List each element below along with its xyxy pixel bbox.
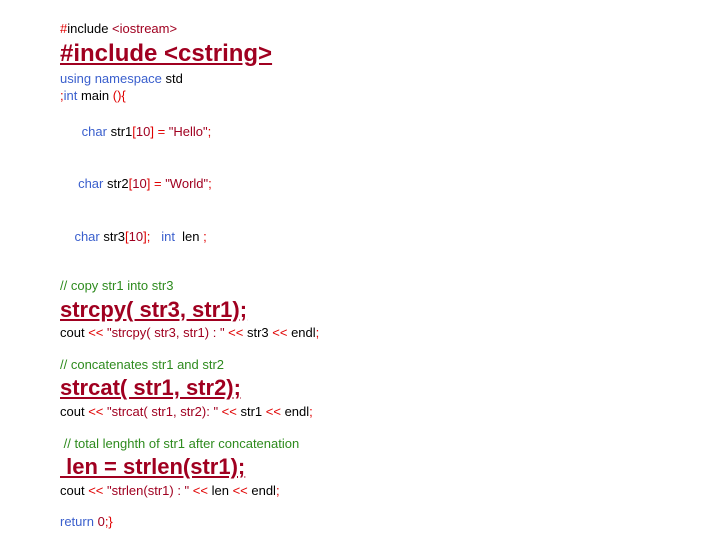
id-str2: str2 — [103, 176, 128, 191]
line-5: char str1[10] = "Hello"; — [60, 105, 660, 158]
str-hello: "Hello" — [169, 124, 208, 139]
comment-concat: // concatenates str1 and str2 — [60, 356, 660, 374]
line-strcpy: strcpy( str3, str1); — [60, 295, 660, 325]
line-4: ;int main (){ — [60, 87, 660, 105]
id-cout: cout — [60, 325, 88, 340]
id-str3: str3 — [247, 325, 272, 340]
line-cout-3: cout << "strlen(str1) : " << len << endl… — [60, 482, 660, 500]
op: << — [266, 404, 285, 419]
op: << — [88, 483, 107, 498]
id-len: len — [212, 483, 233, 498]
kw-using: using — [60, 71, 91, 86]
op: << — [233, 483, 252, 498]
kw-return: return — [60, 514, 94, 529]
brk2: ]; — [143, 229, 161, 244]
line-2-include-cstring: #include <cstring> — [60, 38, 660, 70]
op: << — [272, 325, 291, 340]
brk-eq: ] = — [150, 124, 168, 139]
hdr-iostream: <iostream> — [108, 21, 177, 36]
strlit: "strcpy( str3, str1) : " — [107, 325, 225, 340]
strlit: "strcat( str1, str2): " — [107, 404, 218, 419]
op: << — [88, 325, 107, 340]
line-strcat: strcat( str1, str2); — [60, 373, 660, 403]
semi: ; — [203, 229, 207, 244]
semi: ; — [309, 404, 313, 419]
id-endl: endl — [285, 404, 310, 419]
brace-open: (){ — [113, 88, 126, 103]
kw-include: include — [67, 21, 108, 36]
semi: ; — [208, 124, 212, 139]
line-7: char str3[10]; int len ; — [60, 210, 660, 263]
code-document: #include <iostream> #include <cstring> u… — [60, 20, 660, 531]
str-world: "World" — [165, 176, 208, 191]
kw-int: int — [161, 229, 175, 244]
line-3: using namespace std — [60, 70, 660, 88]
num-0: 0 — [94, 514, 105, 529]
semi: ; — [208, 176, 212, 191]
kw-int: int — [64, 88, 78, 103]
ns-std: std — [162, 71, 183, 86]
comment-copy: // copy str1 into str3 — [60, 277, 660, 295]
brk-eq: ] = — [147, 176, 165, 191]
semi: ; — [316, 325, 320, 340]
op: << — [189, 483, 211, 498]
op: << — [225, 325, 247, 340]
num-10: 10 — [129, 229, 143, 244]
id-str1: str1 — [107, 124, 132, 139]
line-6: char str2[10] = "World"; — [60, 158, 660, 211]
id-cout: cout — [60, 483, 88, 498]
id-endl: endl — [251, 483, 276, 498]
line-1: #include <iostream> — [60, 20, 660, 38]
num-10: 10 — [132, 176, 146, 191]
strlit: "strlen(str1) : " — [107, 483, 189, 498]
num-10: 10 — [136, 124, 150, 139]
line-cout-2: cout << "strcat( str1, str2): " << str1 … — [60, 403, 660, 421]
semi: ; — [276, 483, 280, 498]
kw-char: char — [74, 176, 103, 191]
brace-close: ;} — [105, 514, 113, 529]
op: << — [218, 404, 240, 419]
kw-char: char — [74, 124, 107, 139]
line-strlen: len = strlen(str1); — [60, 452, 660, 482]
id-str3: str3 — [100, 229, 125, 244]
line-return: return 0;} — [60, 513, 660, 531]
comment-length: // total lenghth of str1 after concatena… — [60, 435, 660, 453]
op: << — [88, 404, 107, 419]
id-len: len — [175, 229, 203, 244]
id-endl: endl — [291, 325, 316, 340]
kw-namespace: namespace — [91, 71, 162, 86]
id-cout: cout — [60, 404, 88, 419]
line-cout-1: cout << "strcpy( str3, str1) : " << str3… — [60, 324, 660, 342]
kw-char: char — [74, 229, 99, 244]
fn-main: main — [77, 88, 112, 103]
id-str1: str1 — [240, 404, 265, 419]
